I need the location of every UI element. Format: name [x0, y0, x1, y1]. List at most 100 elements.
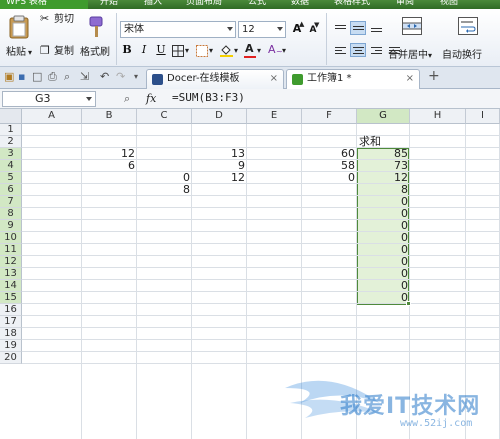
row-header-14[interactable]: 14 [0, 280, 22, 292]
column-header-h[interactable]: H [410, 109, 466, 124]
row-header-5[interactable]: 5 [0, 172, 22, 184]
column-header-i[interactable]: I [466, 109, 500, 124]
align-middle-button[interactable] [350, 21, 366, 35]
row-header-19[interactable]: 19 [0, 340, 22, 352]
row-header-15[interactable]: 15 [0, 292, 22, 304]
menu-tab-page-layout[interactable]: 页面布局 [186, 0, 222, 8]
column-header-b[interactable]: B [82, 109, 137, 124]
ribbon-toolbar: 粘贴 ▾ ✂ 剪切 ❐ 复制 格式刷 宋体 12 A ▲ A ▼ B I U ▾… [0, 9, 500, 67]
row-header-10[interactable]: 10 [0, 232, 22, 244]
cell-d5[interactable]: 12 [192, 172, 247, 184]
insert-function-button[interactable]: fx [146, 92, 156, 105]
gridline [22, 255, 500, 256]
new-tab-button[interactable]: + [428, 69, 440, 83]
save-icon[interactable]: ▪ [18, 71, 25, 83]
formula-input[interactable]: =SUM(B3:F3) [172, 91, 245, 105]
row-header-16[interactable]: 16 [0, 304, 22, 316]
row-header-12[interactable]: 12 [0, 256, 22, 268]
format-painter-button[interactable]: 格式刷 [80, 13, 112, 63]
fill-color-button[interactable]: ▾ [220, 44, 242, 58]
menu-tab-view[interactable]: 视图 [440, 0, 458, 8]
row-header-4[interactable]: 4 [0, 160, 22, 172]
tab-workbook1[interactable]: 工作簿1 * × [286, 69, 420, 89]
menu-tab-data[interactable]: 数据 [291, 0, 309, 8]
row-header-18[interactable]: 18 [0, 328, 22, 340]
bold-button[interactable]: B [120, 43, 134, 57]
chevron-down-icon: ▾ [28, 48, 33, 57]
folder-icon[interactable]: ▣ [4, 71, 14, 83]
italic-button[interactable]: I [137, 43, 151, 57]
gridline [22, 135, 500, 136]
menu-tab-formulas[interactable]: 公式 [248, 0, 266, 8]
menu-tab-review[interactable]: 审阅 [396, 0, 414, 8]
wrap-text-button[interactable]: 自动换行 [442, 13, 496, 63]
row-header-17[interactable]: 17 [0, 316, 22, 328]
format-painter-label: 格式刷 [80, 47, 110, 58]
export-icon[interactable]: ⇲ [80, 71, 89, 83]
menu-tab-home[interactable]: 开始 [100, 0, 118, 8]
app-menu-button[interactable]: WPS 表格 [0, 0, 88, 9]
column-header-f[interactable]: F [302, 109, 357, 124]
text-effects-button[interactable]: A ~ ▾ [268, 43, 290, 59]
font-name-select[interactable]: 宋体 [120, 21, 236, 38]
cell-style-button[interactable]: ▾ [196, 44, 218, 58]
cell-f5[interactable]: 0 [302, 172, 357, 184]
copy-button[interactable]: ❐ 复制 [40, 45, 80, 59]
merge-center-button[interactable]: 合并居中 ▾ [388, 13, 436, 63]
gridline [22, 183, 500, 184]
align-left-button[interactable] [332, 43, 348, 57]
arrow-down-icon: ▼ [314, 21, 320, 29]
cell-b4[interactable]: 6 [82, 160, 137, 172]
row-header-11[interactable]: 11 [0, 244, 22, 256]
align-right-button[interactable] [368, 43, 384, 57]
underline-button[interactable]: U [154, 43, 168, 57]
redo-icon[interactable]: ↷ [116, 71, 125, 83]
row-header-2[interactable]: 2 [0, 136, 22, 148]
fill-handle[interactable] [406, 301, 411, 306]
tab-docer-templates[interactable]: Docer-在线模板 × [146, 69, 284, 89]
row-header-8[interactable]: 8 [0, 208, 22, 220]
menu-tab-table-style[interactable]: 表格样式 [334, 0, 370, 8]
row-header-6[interactable]: 6 [0, 184, 22, 196]
align-top-button[interactable] [332, 21, 348, 35]
menu-tab-insert[interactable]: 插入 [144, 0, 162, 8]
select-all-corner[interactable] [0, 109, 22, 124]
gridline [22, 315, 500, 316]
row-header-20[interactable]: 20 [0, 352, 22, 364]
docer-logo-icon [152, 74, 163, 85]
print-preview-icon[interactable]: ⌕ [64, 71, 70, 83]
borders-button[interactable]: ▾ [172, 44, 194, 58]
align-center-button[interactable] [350, 43, 366, 57]
font-color-button[interactable]: A ▾ [244, 43, 266, 59]
undo-icon[interactable]: ↶ [100, 71, 109, 83]
row-header-3[interactable]: 3 [0, 148, 22, 160]
row-header-9[interactable]: 9 [0, 220, 22, 232]
font-size-select[interactable]: 12 [238, 21, 286, 38]
column-header-g[interactable]: G [357, 109, 410, 124]
column-header-a[interactable]: A [22, 109, 82, 124]
merge-center-label: 合并居中 [388, 50, 428, 61]
chevron-down-icon: ▾ [282, 46, 287, 55]
column-header-e[interactable]: E [247, 109, 302, 124]
column-header-c[interactable]: C [137, 109, 192, 124]
close-icon[interactable]: × [270, 70, 278, 88]
row-header-7[interactable]: 7 [0, 196, 22, 208]
paste-button[interactable]: 粘贴 ▾ [4, 13, 34, 63]
row-header-13[interactable]: 13 [0, 268, 22, 280]
cut-button[interactable]: ✂ 剪切 [40, 13, 84, 27]
wrap-text-icon [458, 17, 478, 35]
name-box[interactable]: G3 [2, 91, 96, 107]
column-header-d[interactable]: D [192, 109, 247, 124]
name-box-value: G3 [35, 92, 51, 105]
align-bottom-button[interactable] [368, 21, 384, 35]
zoom-formula-icon[interactable]: ⌕ [124, 93, 130, 105]
cell-g15[interactable]: 0 [357, 292, 410, 304]
scissors-icon: ✂ [40, 12, 50, 25]
row-header-1[interactable]: 1 [0, 124, 22, 136]
chevron-down-icon[interactable]: ▾ [134, 71, 138, 83]
print-icon[interactable]: ⎙ [48, 71, 57, 83]
clipboard-icon [9, 15, 29, 39]
close-icon[interactable]: × [406, 70, 414, 88]
open-icon[interactable]: □ [32, 71, 42, 83]
cell-c6[interactable]: 8 [137, 184, 192, 196]
